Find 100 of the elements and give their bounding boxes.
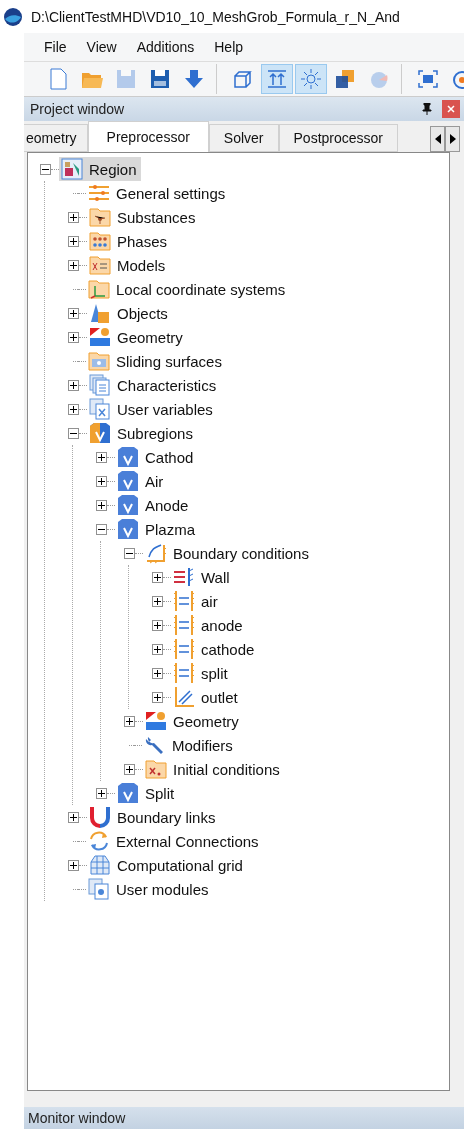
subregions-icon [89,422,111,444]
subregion-icon [117,470,139,492]
expander-toggle[interactable] [124,763,135,775]
tree-node[interactable]: Geometry [143,709,243,733]
expander-toggle[interactable] [96,499,107,511]
menu-item[interactable]: View [78,37,125,57]
tree-node[interactable]: Region [59,157,141,181]
tree-node[interactable]: Local coordinate systems [86,277,290,301]
scroll-left-button[interactable] [430,126,445,152]
tree-node[interactable]: Phases [87,229,172,253]
tree-node[interactable]: Computational grid [87,853,247,877]
grid-icon [89,854,111,876]
expander-toggle[interactable] [96,787,107,799]
boundary-icon [145,542,167,564]
wrench-icon [144,734,166,756]
expander-toggle[interactable] [68,235,79,247]
tab[interactable]: eometry [24,124,88,152]
expander-toggle[interactable] [40,163,51,175]
tree-node[interactable]: outlet [171,685,242,709]
tree-node[interactable]: Modifiers [142,733,237,757]
menu-item[interactable]: Help [206,37,252,57]
geometry-shapes-icon [89,326,111,348]
right-triangle-icon [449,134,456,144]
expander-toggle[interactable] [68,331,79,343]
tree-node[interactable]: External Connections [86,829,263,853]
tree-node[interactable]: cathode [171,637,259,661]
tree-node[interactable]: Substances [87,205,200,229]
molecule-folder-icon [89,206,111,228]
tree-node[interactable]: Air [115,469,168,493]
tree-node[interactable]: Boundary conditions [143,541,313,565]
subregion-icon [117,494,139,516]
panel-title: Project window [30,101,125,117]
tree-node[interactable]: Objects [87,301,172,325]
tree-node[interactable]: Boundary links [87,805,220,829]
tree-node[interactable]: Split [115,781,179,805]
region-icon [61,158,83,180]
tree-node[interactable]: Geometry [87,325,187,349]
formula-folder-icon [89,254,111,276]
expander-toggle[interactable] [68,859,79,871]
expander-toggle[interactable] [68,427,79,439]
subregion-icon [117,782,139,804]
expander-toggle[interactable] [68,403,79,415]
tree-node[interactable]: User variables [87,397,217,421]
initial-folder-icon [145,758,167,780]
expander-toggle[interactable] [96,523,107,535]
tree-node[interactable]: Models [87,253,170,277]
expander-toggle[interactable] [96,475,107,487]
expander-toggle[interactable] [68,259,79,271]
refresh-icon [88,830,110,852]
sliding-folder-icon [88,350,110,372]
expander-toggle[interactable] [124,715,135,727]
subregion-icon [117,518,139,540]
tree-node[interactable]: Subregions [87,421,197,445]
magnet-icon [89,806,111,828]
tree-node[interactable]: Sliding surfaces [86,349,226,373]
fit-view-icon [416,67,440,91]
expander-toggle[interactable] [152,691,163,703]
sliders-icon [88,182,110,204]
expander-toggle[interactable] [68,211,79,223]
wall-arrows-icon [173,566,195,588]
subregion-icon [117,446,139,468]
window-title: D:\ClientTestMHD\VD10_10_MeshGrob_Formula_r_N_And [31,8,400,25]
tree-node[interactable]: Initial conditions [143,757,284,781]
tree-node[interactable]: split [171,661,232,685]
expander-toggle[interactable] [96,451,107,463]
expander-toggle[interactable] [68,811,79,823]
axes-folder-icon [88,278,110,300]
tree-node[interactable]: anode [171,613,247,637]
tree-node[interactable]: Characteristics [87,373,221,397]
flow-boundary-icon [173,590,195,612]
variable-documents-icon [89,398,111,420]
toolbar-button[interactable] [295,64,327,94]
left-triangle-icon [434,134,441,144]
expander-toggle[interactable] [152,595,163,607]
menu-item[interactable]: Additions [128,37,203,57]
tab[interactable]: Postprocessor [278,124,398,152]
expander-toggle[interactable] [68,379,79,391]
close-button[interactable] [442,100,460,118]
tree-node[interactable]: Wall [171,565,234,589]
expander-toggle[interactable] [124,547,135,559]
expander-toggle[interactable] [68,307,79,319]
tab[interactable]: Solver [208,124,279,152]
align-icon [265,67,289,91]
tree-node[interactable]: air [171,589,222,613]
layers-icon [333,67,357,91]
expander-toggle[interactable] [152,619,163,631]
outlet-icon [173,686,195,708]
expander-toggle[interactable] [152,643,163,655]
geometry-shapes-icon [145,710,167,732]
scroll-right-button[interactable] [445,126,460,152]
tree-node[interactable]: Cathod [115,445,198,469]
tab[interactable]: Preprocessor [87,121,209,152]
menu-item[interactable]: File [36,37,75,57]
pin-button[interactable] [420,101,434,117]
tree-node[interactable]: General settings [86,181,230,205]
expander-toggle[interactable] [152,571,163,583]
expander-toggle[interactable] [152,667,163,679]
tree-node[interactable]: Plazma [115,517,200,541]
tree-node[interactable]: Anode [115,493,193,517]
tree-node[interactable]: User modules [86,877,213,901]
